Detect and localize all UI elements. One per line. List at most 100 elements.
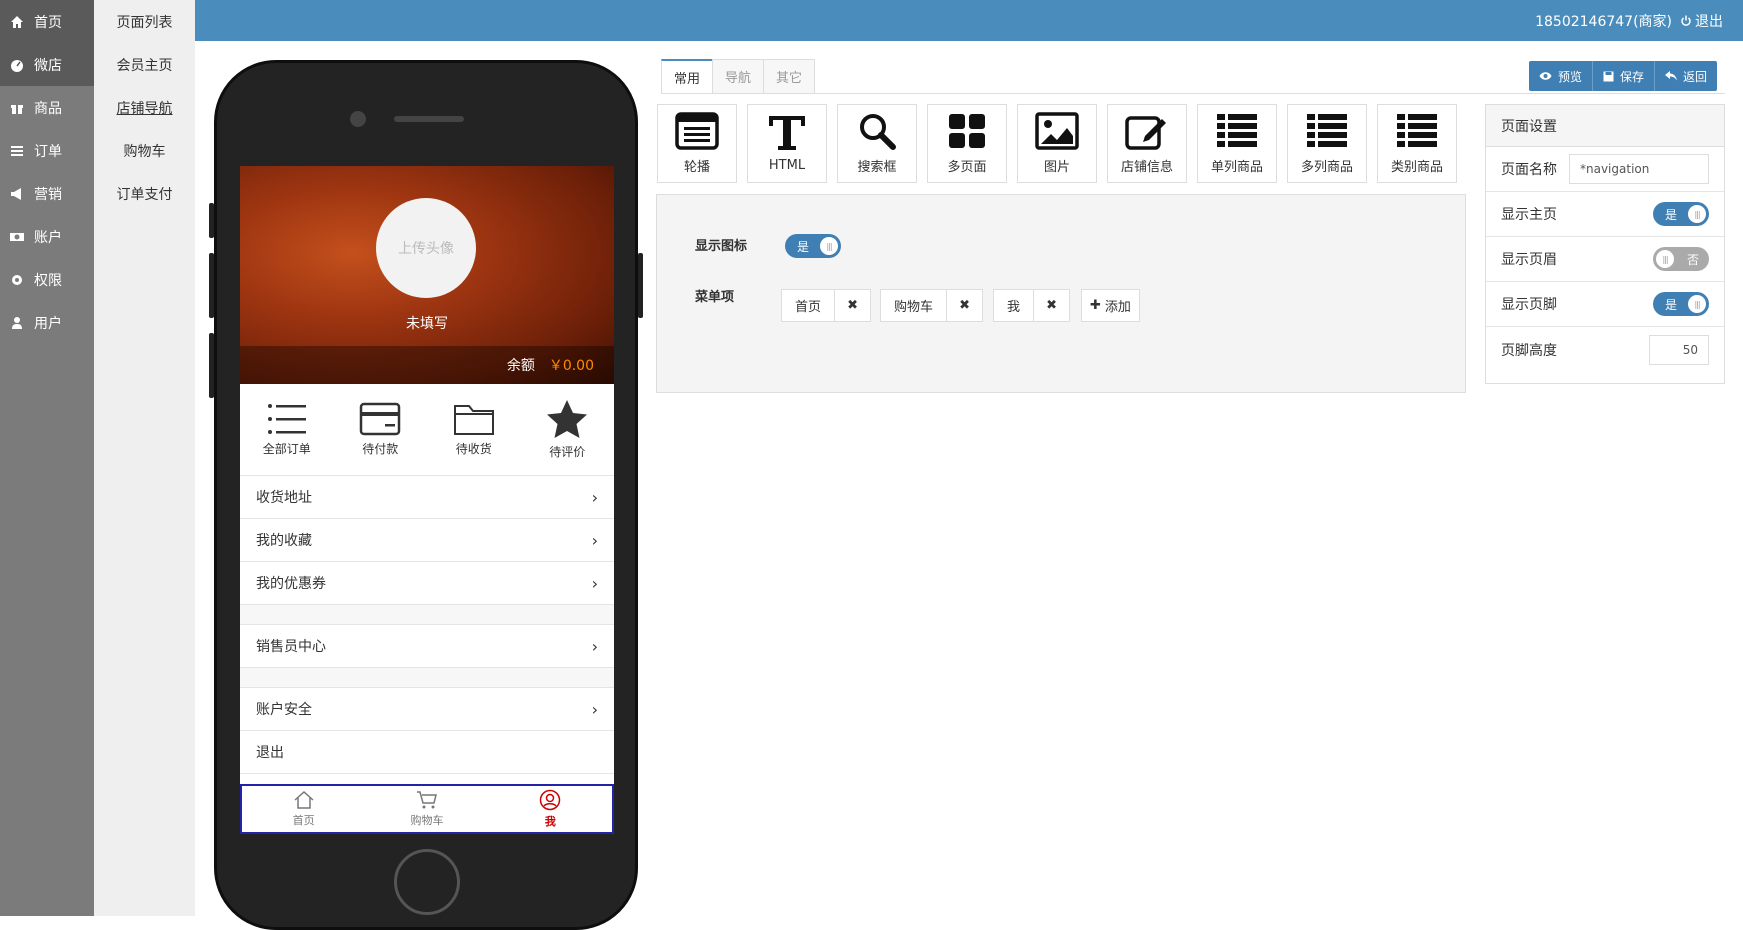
tab-cart[interactable]: 购物车 (365, 786, 488, 832)
tool-label: 单列商品 (1210, 160, 1263, 175)
nav-item-marketing[interactable]: 营销 (0, 172, 94, 215)
subnav-shop-navigation[interactable]: 店铺导航 (94, 86, 195, 129)
tool-shop-info[interactable]: 店铺信息 (1107, 104, 1187, 183)
order-label: 待评价 (549, 445, 586, 459)
setting-label: 页脚高度 (1501, 342, 1557, 359)
add-menu-item-button[interactable]: ✚ 添加 (1081, 289, 1140, 322)
back-button[interactable]: 返回 (1655, 61, 1717, 91)
nav-item-permissions[interactable]: 权限 (0, 258, 94, 301)
cart-icon (416, 791, 437, 809)
grid-icon (949, 114, 985, 148)
component-tabs: 常用 导航 其它 (661, 59, 816, 94)
eye-icon (1539, 72, 1552, 80)
nav-label: 账户 (34, 229, 62, 246)
nav-item-weidian[interactable]: 微店 (0, 43, 94, 86)
list-icon (10, 144, 24, 158)
tab-home[interactable]: 首页 (242, 786, 365, 832)
tab-navigation[interactable]: 导航 (712, 59, 765, 94)
toggle-knob: ||| (1656, 250, 1674, 268)
chevron-right-icon: › (591, 487, 598, 507)
user-account[interactable]: 18502146747(商家) (1535, 11, 1672, 31)
tool-multi-column-goods[interactable]: 多列商品 (1287, 104, 1367, 183)
tab-common[interactable]: 常用 (661, 59, 714, 94)
order-pending-receipt[interactable]: 待收货 (427, 384, 521, 475)
navigation-editor-panel: 显示图标 是 ||| 菜单项 首页 ✖ 购物车 ✖ 我 ✖ ✚ 添加 (656, 194, 1466, 393)
sub-nav: 页面列表 会员主页 店铺导航 购物车 订单支付 (94, 0, 195, 916)
tool-label: 搜索框 (857, 160, 897, 175)
order-label: 全部订单 (262, 442, 311, 456)
menu-item-chip[interactable]: 我 ✖ (993, 289, 1071, 322)
menu-logout[interactable]: 退出 (240, 731, 614, 774)
show-home-toggle[interactable]: 是 ||| (1653, 202, 1709, 226)
footer-height-input[interactable] (1649, 334, 1709, 365)
balance-label: 余额 (506, 358, 535, 374)
tab-other[interactable]: 其它 (763, 59, 816, 94)
phone-speaker (394, 116, 464, 122)
nav-item-orders[interactable]: 订单 (0, 129, 94, 172)
nav-label: 微店 (34, 57, 62, 74)
show-footer-toggle[interactable]: 是 ||| (1653, 292, 1709, 316)
tool-html[interactable]: HTML (747, 104, 827, 183)
chevron-right-icon: › (591, 573, 598, 593)
save-button[interactable]: 保存 (1593, 61, 1656, 91)
order-all[interactable]: 全部订单 (240, 384, 334, 475)
menu-item-chip[interactable]: 首页 ✖ (781, 289, 872, 322)
menu-item-chip[interactable]: 购物车 ✖ (880, 289, 984, 322)
page-name-input[interactable] (1569, 154, 1709, 184)
avatar-upload[interactable]: 上传头像 (376, 198, 476, 298)
subnav-page-list[interactable]: 页面列表 (94, 0, 195, 43)
toggle-state: 否 (1686, 252, 1699, 267)
nav-item-goods[interactable]: 商品 (0, 86, 94, 129)
chip-label: 购物车 (894, 300, 934, 315)
tool-single-column-goods[interactable]: 单列商品 (1197, 104, 1277, 183)
menu-coupons[interactable]: 我的优惠券 › (240, 562, 614, 605)
tab-label: 首页 (292, 814, 315, 827)
subnav-order-pay[interactable]: 订单支付 (94, 172, 195, 215)
nav-label: 营销 (34, 186, 62, 203)
menu-favorites[interactable]: 我的收藏 › (240, 519, 614, 562)
menu-items-label: 菜单项 (695, 290, 735, 305)
remove-icon[interactable]: ✖ (1033, 290, 1069, 321)
phone-home-button (394, 849, 460, 915)
nav-item-users[interactable]: 用户 (0, 301, 94, 344)
menu-account-security[interactable]: 账户安全 › (240, 688, 614, 731)
setting-label: 页面名称 (1501, 162, 1557, 178)
show-header-toggle[interactable]: ||| 否 (1653, 247, 1709, 271)
order-pending-review[interactable]: 待评价 (521, 384, 615, 475)
gift-icon (10, 101, 24, 115)
nav-item-home[interactable]: 首页 (0, 0, 94, 43)
subnav-cart[interactable]: 购物车 (94, 129, 195, 172)
order-shortcuts: 全部订单 待付款 待收货 待评价 (240, 384, 614, 476)
nav-item-account[interactable]: 账户 (0, 215, 94, 258)
tool-label: 图片 (1043, 160, 1070, 175)
balance-value: ￥0.00 (548, 358, 594, 374)
menu-sales-center[interactable]: 销售员中心 › (240, 625, 614, 668)
logout-button[interactable]: 退出 (1680, 11, 1723, 31)
save-icon (1603, 71, 1614, 81)
tab-me[interactable]: 我 (489, 786, 612, 832)
toggle-knob: ||| (1688, 205, 1706, 223)
show-icon-toggle[interactable]: 是 ||| (785, 234, 841, 258)
tool-label: 店铺信息 (1120, 160, 1173, 175)
tool-carousel[interactable]: 轮播 (657, 104, 737, 183)
money-icon (10, 230, 24, 244)
remove-icon[interactable]: ✖ (946, 290, 982, 321)
order-pending-payment[interactable]: 待付款 (334, 384, 428, 475)
phone-camera (350, 111, 366, 127)
menu-shipping-address[interactable]: 收货地址 › (240, 476, 614, 519)
tool-search[interactable]: 搜索框 (837, 104, 917, 183)
remove-icon[interactable]: ✖ (834, 290, 870, 321)
preview-button[interactable]: 预览 (1529, 61, 1594, 91)
profile-header: 上传头像 未填写 余额 ￥0.00 (240, 166, 614, 384)
tool-category-goods[interactable]: 类别商品 (1377, 104, 1457, 183)
preview-label: 预览 (1558, 69, 1583, 84)
logout-label: 退出 (1695, 14, 1723, 30)
top-bar: 18502146747(商家) 退出 (195, 0, 1743, 41)
tool-image[interactable]: 图片 (1017, 104, 1097, 183)
subnav-member-home[interactable]: 会员主页 (94, 43, 195, 86)
add-label: 添加 (1104, 300, 1131, 315)
image-icon (1035, 112, 1079, 150)
tool-multipage[interactable]: 多页面 (927, 104, 1007, 183)
menu-label: 我的优惠券 (256, 576, 326, 592)
list-icon (267, 404, 306, 434)
